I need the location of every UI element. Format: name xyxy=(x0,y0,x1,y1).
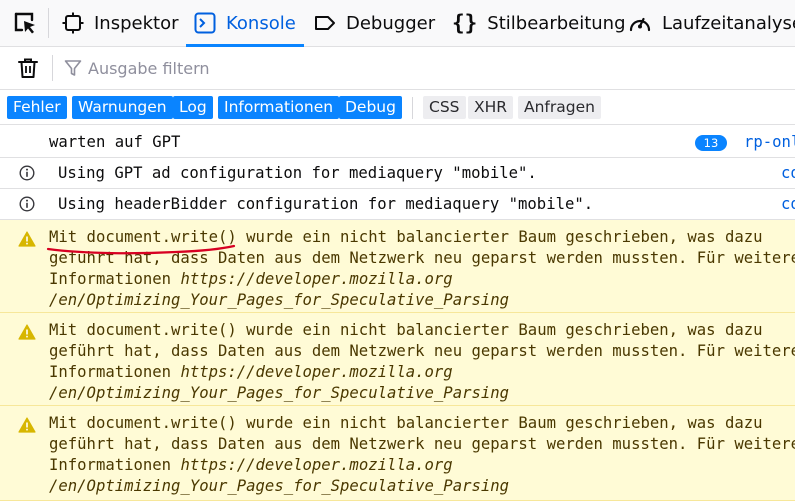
message-line: Informationen xyxy=(49,456,181,474)
style-editor-icon: {} xyxy=(452,11,478,35)
message-source-link[interactable]: co xyxy=(781,164,795,182)
console-message-info: Using headerBidder configuration for med… xyxy=(0,189,795,220)
filter-button-fehler[interactable]: Fehler xyxy=(7,96,67,119)
filter-icon xyxy=(64,60,82,76)
message-text: warten auf GPT xyxy=(49,133,181,151)
warning-icon xyxy=(18,324,36,340)
filter-button-css[interactable]: CSS xyxy=(423,96,466,119)
message-text: Using headerBidder configuration for med… xyxy=(58,195,594,213)
tab-laufzeitanalyse[interactable]: Laufzeitanalyse xyxy=(628,0,795,46)
performance-icon xyxy=(628,12,652,34)
filter-separator xyxy=(52,55,53,81)
message-source-link[interactable]: rp-onl xyxy=(744,133,795,151)
console-filter-bar xyxy=(0,47,795,90)
repeat-count-badge: 13 xyxy=(695,135,727,151)
filter-button-anfragen[interactable]: Anfragen xyxy=(518,96,601,119)
warning-icon xyxy=(18,231,36,247)
tabbar-separator xyxy=(48,8,49,38)
console-message-log: warten auf GPT 13 rp-onl xyxy=(0,125,795,158)
tab-konsole[interactable]: Konsole xyxy=(186,0,304,47)
message-line: Informationen xyxy=(49,363,181,381)
console-message-info: Using GPT ad configuration for mediaquer… xyxy=(0,158,795,189)
info-icon xyxy=(19,196,35,212)
message-text: Mit document.write() wurde ein nicht bal… xyxy=(49,227,795,311)
message-line: Mit document.write() wurde ein nicht bal… xyxy=(49,414,763,432)
learn-more-link[interactable]: https://developer.mozilla.org xyxy=(180,270,452,288)
message-text: Mit document.write() wurde ein nicht bal… xyxy=(49,413,795,497)
learn-more-link[interactable]: https://developer.mozilla.org xyxy=(180,456,452,474)
annotation-underline xyxy=(46,244,236,255)
message-line: geführt hat, dass Daten aus dem Netzwerk… xyxy=(49,342,795,360)
filter-button-debug[interactable]: Debug xyxy=(339,96,402,119)
console-icon xyxy=(194,12,216,34)
filter-button-log[interactable]: Log xyxy=(173,96,213,119)
element-picker-icon[interactable] xyxy=(12,10,38,36)
message-text: Mit document.write() wurde ein nicht bal… xyxy=(49,320,795,404)
trash-icon[interactable] xyxy=(16,56,40,80)
tab-stilbearbeitung[interactable]: {} Stilbearbeitung xyxy=(452,0,626,46)
tab-inspektor[interactable]: Inspektor xyxy=(62,0,179,46)
debugger-icon xyxy=(314,12,336,34)
filter-button-warnungen[interactable]: Warnungen xyxy=(72,96,173,119)
inspector-icon xyxy=(62,12,84,34)
message-text: Using GPT ad configuration for mediaquer… xyxy=(58,164,537,182)
message-line: Mit document.write() wurde ein nicht bal… xyxy=(49,321,763,339)
warning-icon xyxy=(18,417,36,433)
tab-label: Inspektor xyxy=(94,12,179,34)
tab-debugger[interactable]: Debugger xyxy=(314,0,435,46)
console-message-warning: Mit document.write() wurde ein nicht bal… xyxy=(0,220,795,313)
filter-button-informationen[interactable]: Informationen xyxy=(218,96,340,119)
message-source-link[interactable]: co xyxy=(781,195,795,213)
toolbox-tabbar: Inspektor Konsole Debugger {} Stilbearbe… xyxy=(0,0,795,47)
filter-output-input[interactable] xyxy=(86,54,780,82)
tab-label: Debugger xyxy=(346,12,436,34)
message-line: Informationen xyxy=(49,270,181,288)
tab-label: Laufzeitanalyse xyxy=(662,12,795,34)
log-level-bar: Fehler Warnungen Log Informationen Debug… xyxy=(0,90,795,125)
tab-label: Konsole xyxy=(226,12,296,34)
tab-label: Stilbearbeitung xyxy=(487,12,626,34)
learn-more-link-path[interactable]: /en/Optimizing_Your_Pages_for_Speculativ… xyxy=(49,290,789,311)
console-message-warning: Mit document.write() wurde ein nicht bal… xyxy=(0,406,795,501)
info-icon xyxy=(19,165,35,181)
console-message-warning: Mit document.write() wurde ein nicht bal… xyxy=(0,313,795,406)
level-separator xyxy=(412,97,413,119)
learn-more-link-path[interactable]: /en/Optimizing_Your_Pages_for_Speculativ… xyxy=(49,476,789,497)
filter-button-xhr[interactable]: XHR xyxy=(468,96,514,119)
learn-more-link-path[interactable]: /en/Optimizing_Your_Pages_for_Speculativ… xyxy=(49,383,789,404)
message-line: geführt hat, dass Daten aus dem Netzwerk… xyxy=(49,435,795,453)
console-output: warten auf GPT 13 rp-onl Using GPT ad co… xyxy=(0,125,795,501)
learn-more-link[interactable]: https://developer.mozilla.org xyxy=(180,363,452,381)
